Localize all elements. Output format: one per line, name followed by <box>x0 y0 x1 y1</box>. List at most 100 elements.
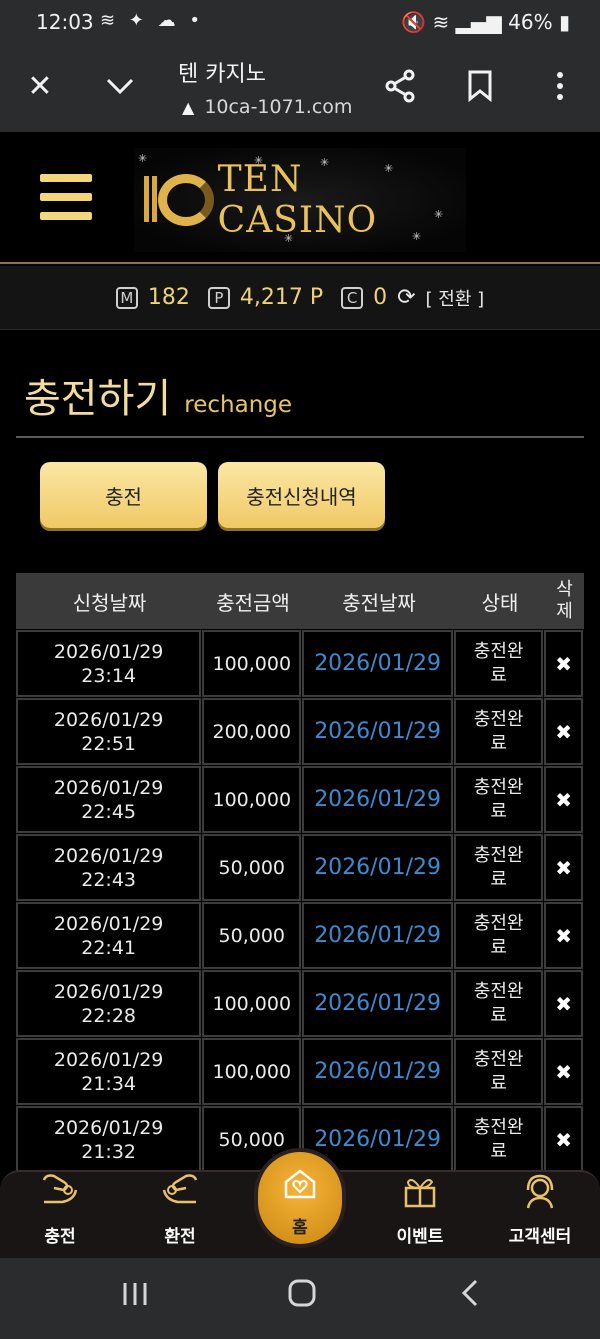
page-heading: 충전하기 rechange <box>24 366 292 424</box>
close-icon[interactable]: ✕ <box>20 66 60 106</box>
url-text: 10ca-1071.com <box>204 96 353 118</box>
back-icon[interactable] <box>445 1278 495 1318</box>
point-value: 4,217 P <box>239 285 324 310</box>
delete-icon[interactable]: ✖ <box>544 1038 583 1105</box>
android-nav-bar <box>0 1258 600 1339</box>
site-header: ✳ ✳ ✳ ✳ ✳ ✳ ✳ TEN CASINO <box>0 132 600 264</box>
request-datetime: 2026/01/29 22:43 <box>16 834 202 901</box>
header-amount: 충전금액 <box>216 590 290 615</box>
header-request-date: 신청날짜 <box>72 590 147 615</box>
bookmark-icon[interactable] <box>460 66 500 106</box>
status-cell: 충전완료 <box>453 1038 544 1105</box>
casino-badge-icon: C <box>341 286 364 309</box>
url-bar[interactable]: ▲ 10ca-1071.com <box>182 96 352 118</box>
status-time: 12:03 <box>36 10 94 34</box>
table-row: 2026/01/29 21:34 100,000 2026/01/29 충전완료 … <box>16 1037 584 1105</box>
table-header: 신청날짜 충전금액 충전날짜 상태 삭제 <box>16 573 584 629</box>
status-right: 🔇 ≋ ▂▄▆ 46% ▮ <box>401 10 570 34</box>
request-datetime: 2026/01/29 22:45 <box>16 766 202 833</box>
charge-date-link[interactable]: 2026/01/29 <box>302 630 453 697</box>
charge-date-link[interactable]: 2026/01/29 <box>302 834 453 901</box>
charge-hand-icon <box>5 1172 115 1222</box>
amount-cell: 100,000 <box>202 970 302 1037</box>
amount-cell: 50,000 <box>202 902 302 969</box>
delete-icon[interactable]: ✖ <box>544 766 583 833</box>
delete-icon[interactable]: ✖ <box>544 630 583 697</box>
nav-event-label: 이벤트 <box>396 1227 444 1247</box>
status-cell: 충전완료 <box>453 698 544 765</box>
page-title: 충전하기 <box>24 376 172 422</box>
mute-icon: 🔇 <box>401 10 427 34</box>
status-cell: 충전완료 <box>453 834 544 901</box>
request-datetime: 2026/01/29 22:28 <box>16 970 202 1037</box>
charge-date-link[interactable]: 2026/01/29 <box>302 698 453 765</box>
nav-charge[interactable]: 충전 <box>5 1172 115 1260</box>
money-value: 182 <box>147 285 190 310</box>
more-menu-icon[interactable] <box>540 66 580 106</box>
notification-icons: ≋ ✦ ☁ • <box>100 10 204 31</box>
charge-date-link[interactable]: 2026/01/29 <box>302 766 453 833</box>
table-row: 2026/01/29 22:43 50,000 2026/01/29 충전완료 ✖ <box>16 833 584 901</box>
status-cell: 충전완료 <box>453 630 544 697</box>
wifi-icon: ≋ <box>432 10 450 34</box>
status-cell: 충전완료 <box>453 902 544 969</box>
nav-exchange-label: 환전 <box>164 1227 196 1247</box>
charge-tab-button[interactable]: 충전 <box>40 462 207 528</box>
table-row: 2026/01/29 22:28 100,000 2026/01/29 충전완료 … <box>16 969 584 1037</box>
casino-value: 0 <box>373 285 388 310</box>
delete-icon[interactable]: ✖ <box>544 698 583 765</box>
recent-apps-icon[interactable] <box>110 1278 160 1318</box>
signal-icon: ▂▄▆ <box>455 10 502 34</box>
delete-icon[interactable]: ✖ <box>544 834 583 901</box>
chevron-down-icon[interactable] <box>100 66 140 106</box>
hamburger-menu-icon[interactable] <box>40 174 92 220</box>
request-datetime: 2026/01/29 22:41 <box>16 902 202 969</box>
page-title-browser: 텐 카지노 <box>178 62 266 87</box>
status-bar: 12:03 ≋ ✦ ☁ • 🔇 ≋ ▂▄▆ 46% ▮ <box>0 0 600 44</box>
nav-home-label: 홈 <box>292 1218 308 1238</box>
heading-divider <box>16 436 584 438</box>
status-cell: 충전완료 <box>453 970 544 1037</box>
battery-level: 46% <box>508 10 553 34</box>
delete-icon[interactable]: ✖ <box>544 902 583 969</box>
request-datetime: 2026/01/29 23:14 <box>16 630 202 697</box>
delete-icon[interactable]: ✖ <box>544 1106 583 1173</box>
money-badge-icon: M <box>115 286 138 309</box>
share-icon[interactable] <box>380 66 420 106</box>
headset-icon <box>485 1172 595 1222</box>
header-status: 상태 <box>481 590 519 615</box>
logo-text: TEN CASINO <box>217 159 378 241</box>
nav-home-button[interactable]: 홈 <box>254 1148 346 1248</box>
exchange-hand-icon <box>125 1172 235 1222</box>
gift-icon <box>365 1172 475 1222</box>
request-datetime: 2026/01/29 21:32 <box>16 1106 202 1173</box>
site-logo[interactable]: ✳ ✳ ✳ ✳ ✳ ✳ ✳ TEN CASINO <box>134 148 466 252</box>
nav-event[interactable]: 이벤트 <box>365 1172 475 1260</box>
page-subtitle: rechange <box>184 392 293 418</box>
nav-support-label: 고객센터 <box>508 1227 572 1247</box>
battery-icon: ▮ <box>558 10 570 34</box>
point-badge-icon: P <box>207 286 230 309</box>
nav-support[interactable]: 고객센터 <box>485 1172 595 1260</box>
refresh-icon[interactable]: ⟳ <box>397 285 415 310</box>
charge-history-tab-button[interactable]: 충전신청내역 <box>218 462 385 528</box>
delete-icon[interactable]: ✖ <box>544 970 583 1037</box>
table-row: 2026/01/29 22:51 200,000 2026/01/29 충전완료 … <box>16 697 584 765</box>
nav-exchange[interactable]: 환전 <box>125 1172 235 1260</box>
browser-toolbar: ✕ 텐 카지노 ▲ 10ca-1071.com <box>0 44 600 132</box>
header-charge-date: 충전날짜 <box>342 590 416 615</box>
request-datetime: 2026/01/29 21:34 <box>16 1038 202 1105</box>
warning-icon: ▲ <box>182 98 195 117</box>
amount-cell: 100,000 <box>202 766 302 833</box>
home-icon[interactable] <box>277 1278 327 1318</box>
amount-cell: 100,000 <box>202 630 302 697</box>
charge-date-link[interactable]: 2026/01/29 <box>302 1038 453 1105</box>
charge-date-link[interactable]: 2026/01/29 <box>302 970 453 1037</box>
convert-button[interactable]: [ 전환 ] <box>426 285 485 311</box>
status-cell: 충전완료 <box>453 766 544 833</box>
table-row: 2026/01/29 23:14 100,000 2026/01/29 충전완료 … <box>16 629 584 697</box>
request-datetime: 2026/01/29 22:51 <box>16 698 202 765</box>
charge-date-link[interactable]: 2026/01/29 <box>302 902 453 969</box>
charge-history-table: 신청날짜 충전금액 충전날짜 상태 삭제 2026/01/29 23:14 100… <box>16 573 584 1173</box>
logo-mark-icon <box>144 172 214 228</box>
